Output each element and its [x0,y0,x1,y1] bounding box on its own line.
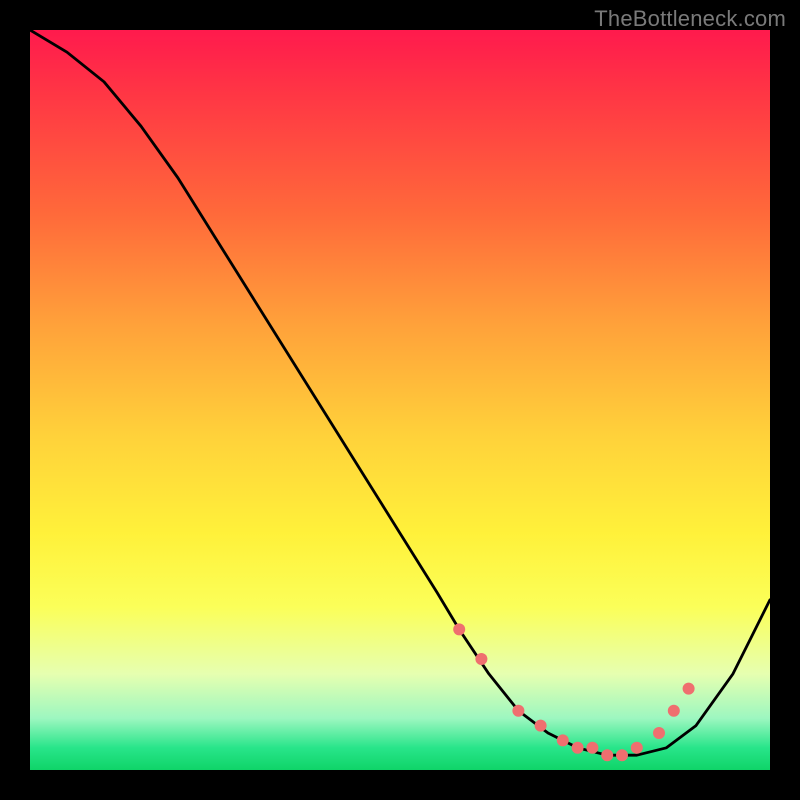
marker-point [453,623,465,635]
chart-container: TheBottleneck.com [0,0,800,800]
marker-point [535,720,547,732]
marker-point [683,683,695,695]
marker-group [453,623,694,761]
curve-layer [30,30,770,770]
marker-point [475,653,487,665]
marker-point [572,742,584,754]
marker-point [653,727,665,739]
marker-point [512,705,524,717]
marker-point [668,705,680,717]
plot-area [30,30,770,770]
marker-point [616,749,628,761]
marker-point [586,742,598,754]
marker-point [601,749,613,761]
watermark-text: TheBottleneck.com [594,6,786,32]
bottleneck-curve-path [30,30,770,755]
marker-point [557,734,569,746]
marker-point [631,742,643,754]
